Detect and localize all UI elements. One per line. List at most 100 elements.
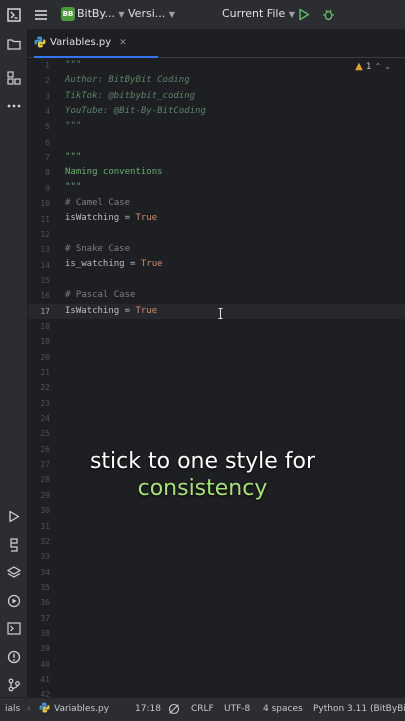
tab-variables-py[interactable]: Variables.py ✕ bbox=[34, 29, 158, 58]
code-line: Author: BitByBit Coding bbox=[65, 75, 190, 85]
operator: = bbox=[124, 259, 141, 269]
debug-icon[interactable] bbox=[321, 6, 335, 23]
project-selector[interactable]: BitBy... ▼ bbox=[77, 7, 125, 20]
left-tool-strip bbox=[0, 29, 28, 697]
line-number: 6 bbox=[45, 137, 50, 147]
line-number: 37 bbox=[40, 613, 50, 623]
line-number: 4 bbox=[45, 107, 50, 117]
chevron-down-icon: ▼ bbox=[168, 10, 175, 19]
line-number: 12 bbox=[40, 229, 50, 239]
caption-line-2: consistency bbox=[137, 476, 268, 501]
code-line: # Camel Case bbox=[65, 198, 131, 208]
line-number: 17 bbox=[40, 306, 50, 316]
line-number: 14 bbox=[40, 260, 50, 270]
line-number: 10 bbox=[40, 199, 50, 209]
caret-position[interactable]: 17:18 bbox=[135, 704, 161, 714]
breadcrumb[interactable]: ials bbox=[5, 704, 20, 714]
services-icon[interactable] bbox=[5, 592, 22, 609]
code-line: """ bbox=[65, 152, 82, 162]
file-encoding[interactable]: UTF-8 bbox=[224, 704, 250, 714]
keyword: True bbox=[135, 306, 158, 316]
python-interpreter[interactable]: Python 3.11 (BitByBit) bbox=[313, 704, 405, 714]
line-number: 40 bbox=[40, 659, 50, 669]
code-line: is_watching = True bbox=[65, 258, 163, 270]
line-number: 8 bbox=[45, 168, 50, 178]
code-line: YouTube: @Bit-By-BitCoding bbox=[65, 106, 206, 116]
chevron-right-icon: › bbox=[27, 704, 31, 714]
status-file-name[interactable]: Variables.py bbox=[54, 704, 109, 714]
line-number: 13 bbox=[40, 245, 50, 255]
chevron-down-icon: ▼ bbox=[118, 10, 125, 19]
app-logo-icon[interactable] bbox=[6, 6, 22, 23]
run-tool-icon[interactable] bbox=[5, 508, 22, 525]
folder-icon[interactable] bbox=[5, 35, 22, 52]
line-number: 30 bbox=[40, 506, 50, 516]
python-file-icon bbox=[39, 702, 50, 716]
line-number: 19 bbox=[40, 337, 50, 347]
line-number: 39 bbox=[40, 644, 50, 654]
keyword: True bbox=[140, 259, 163, 269]
run-icon[interactable] bbox=[297, 6, 311, 23]
project-badge[interactable]: BB bbox=[61, 7, 75, 21]
main-toolbar: BB BitBy... ▼ Versi... ▼ Current File ▼ bbox=[0, 0, 405, 30]
terminal-icon[interactable] bbox=[5, 620, 22, 637]
vcs-selector[interactable]: Versi... ▼ bbox=[128, 7, 175, 20]
operator: = bbox=[119, 213, 136, 223]
identifier: is_watching bbox=[65, 259, 125, 269]
line-number: 11 bbox=[40, 214, 50, 224]
line-number: 5 bbox=[45, 122, 50, 132]
line-number: 41 bbox=[40, 675, 50, 684]
status-bar: ials › Variables.py 17:18 CRLF UTF-8 4 s… bbox=[0, 697, 405, 721]
structure-icon[interactable] bbox=[5, 69, 22, 86]
run-config-selector[interactable]: Current File ▼ bbox=[222, 7, 295, 20]
indent-setting[interactable]: 4 spaces bbox=[263, 704, 303, 714]
code-line: Naming conventions bbox=[65, 167, 163, 177]
line-number: 16 bbox=[40, 291, 50, 301]
code-line: """ bbox=[65, 182, 82, 192]
line-number: 32 bbox=[40, 536, 50, 546]
line-number: 36 bbox=[40, 598, 50, 608]
line-number: 24 bbox=[40, 414, 50, 424]
line-number: 23 bbox=[40, 398, 50, 408]
identifier: isWatching bbox=[65, 213, 120, 223]
problems-icon[interactable] bbox=[5, 648, 22, 665]
line-number-gutter: 1 2 3 4 5 6 7 8 9 10 11 12 13 14 15 16 17 18 19 20 21 22 23 24 2… bbox=[28, 57, 64, 699]
line-number: 7 bbox=[45, 153, 50, 163]
line-number: 18 bbox=[40, 321, 50, 331]
code-line: # Pascal Case bbox=[65, 290, 136, 300]
layers-icon[interactable] bbox=[5, 564, 22, 581]
line-number: 3 bbox=[45, 91, 50, 101]
main-menu-icon[interactable] bbox=[33, 6, 49, 23]
line-number: 35 bbox=[40, 582, 50, 592]
line-number: 15 bbox=[40, 275, 50, 285]
close-icon[interactable]: ✕ bbox=[119, 38, 127, 48]
more-tools-icon[interactable] bbox=[5, 97, 22, 114]
chevron-down-icon: ▼ bbox=[288, 10, 295, 19]
line-number: 9 bbox=[45, 183, 50, 193]
line-number: 22 bbox=[40, 383, 50, 393]
vcs-label: Versi... bbox=[128, 7, 166, 20]
operator: = bbox=[119, 306, 136, 316]
code-line: """ bbox=[65, 121, 82, 131]
line-number: 2 bbox=[45, 76, 50, 86]
code-line: TikTok: @bitbybit_coding bbox=[65, 91, 196, 101]
line-number: 38 bbox=[40, 628, 50, 638]
line-separator[interactable]: CRLF bbox=[191, 704, 214, 714]
no-highlighting-icon[interactable] bbox=[168, 703, 180, 718]
tab-label: Variables.py bbox=[50, 37, 112, 48]
run-config-label: Current File bbox=[222, 7, 286, 20]
line-number: 25 bbox=[40, 429, 50, 439]
git-icon[interactable] bbox=[5, 676, 22, 693]
code-line: IsWatching = True bbox=[65, 305, 157, 317]
code-line: """ bbox=[65, 60, 82, 70]
python-file-icon bbox=[34, 33, 46, 52]
project-name: BitBy... bbox=[77, 7, 115, 20]
line-number: 33 bbox=[40, 552, 50, 562]
code-editor[interactable]: """ Author: BitByBit Coding TikTok: @bit… bbox=[64, 57, 405, 697]
python-console-icon[interactable] bbox=[5, 536, 22, 553]
identifier: IsWatching bbox=[65, 306, 120, 316]
code-line: isWatching = True bbox=[65, 212, 157, 224]
line-number: 20 bbox=[40, 352, 50, 362]
code-line: # Snake Case bbox=[65, 244, 131, 254]
caption-line-1: stick to one style for bbox=[89, 449, 316, 474]
